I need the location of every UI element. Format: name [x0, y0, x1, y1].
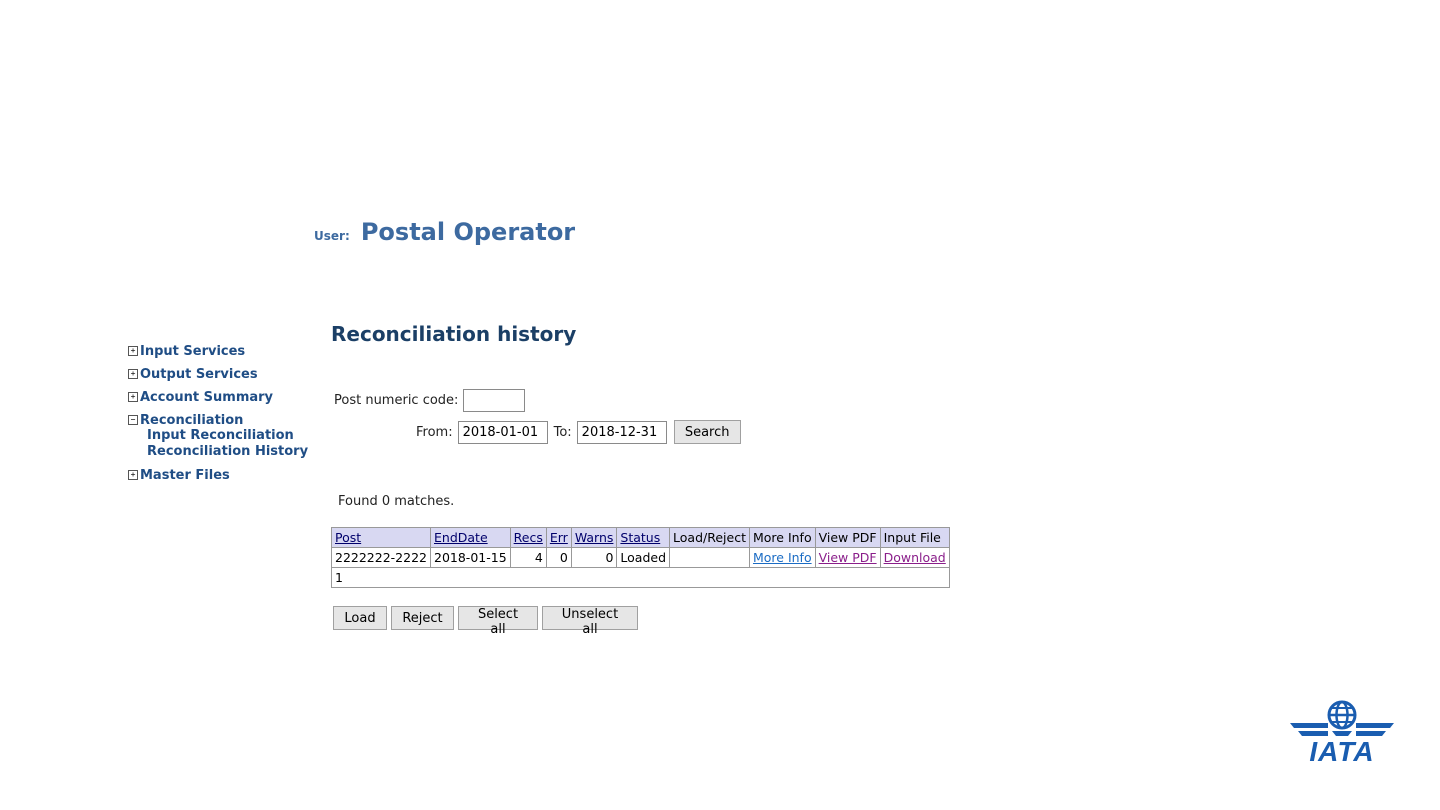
- column-header-label[interactable]: EndDate: [434, 530, 488, 545]
- expand-icon[interactable]: +: [128, 346, 138, 356]
- nav-item-label[interactable]: Input Services: [140, 344, 245, 359]
- user-header: User: Postal Operator: [314, 218, 575, 246]
- nav-subitem-reconciliation-history[interactable]: Reconciliation History: [147, 444, 308, 460]
- column-header-label[interactable]: Err: [550, 530, 568, 545]
- date-range-row: From: To: Search: [416, 420, 741, 444]
- load-button[interactable]: Load: [333, 606, 387, 630]
- nav-item-label[interactable]: Master Files: [140, 468, 230, 483]
- post-code-input[interactable]: [463, 389, 526, 412]
- results-count: Found 0 matches.: [338, 494, 455, 509]
- cell-end-date: 2018-01-15: [430, 547, 511, 568]
- post-code-label: Post numeric code:: [334, 393, 459, 408]
- cell-recs: 4: [509, 547, 547, 568]
- expand-icon[interactable]: +: [128, 470, 138, 480]
- cell-view-pdf: View PDF: [814, 547, 881, 568]
- unselect-all-button[interactable]: Unselect all: [542, 606, 638, 637]
- cell-more-info: More Info: [748, 547, 816, 568]
- column-header-label[interactable]: Status: [620, 530, 660, 545]
- column-header-more-info: More Info: [748, 527, 816, 548]
- nav-subitem-input-reconciliation[interactable]: Input Reconciliation: [147, 428, 308, 444]
- to-date-input[interactable]: [576, 420, 667, 444]
- to-label: To:: [553, 424, 572, 440]
- column-header-label[interactable]: Warns: [575, 530, 614, 545]
- cell-input-file: Download: [879, 547, 950, 568]
- column-header-load-reject: Load/Reject: [669, 527, 750, 548]
- user-label: User:: [314, 229, 350, 243]
- pager-page-1[interactable]: 1: [331, 567, 950, 588]
- nav-item-master-files[interactable]: + Master Files: [128, 467, 308, 483]
- column-header-label[interactable]: Post: [335, 530, 361, 545]
- nav-item-label[interactable]: Account Summary: [140, 390, 273, 405]
- search-button[interactable]: Search: [673, 420, 741, 444]
- select-all-button[interactable]: Select all: [458, 606, 538, 637]
- column-header-err[interactable]: Err: [545, 527, 572, 548]
- post-code-row: Post numeric code:: [334, 389, 526, 412]
- reject-button[interactable]: Reject: [391, 606, 454, 630]
- column-header-post[interactable]: Post: [331, 527, 431, 548]
- column-header-input-file: Input File: [879, 527, 950, 548]
- cell-err: 0: [545, 547, 572, 568]
- column-header-recs[interactable]: Recs: [509, 527, 547, 548]
- user-name: Postal Operator: [360, 218, 576, 246]
- table-row: 2222222-2222 2018-01-15 4 0 0 Loaded Mor…: [331, 547, 950, 568]
- cell-status: Loaded: [616, 547, 671, 568]
- column-header-status[interactable]: Status: [616, 527, 671, 548]
- column-header-warns[interactable]: Warns: [570, 527, 618, 548]
- nav-item-account-summary[interactable]: + Account Summary: [128, 389, 308, 405]
- nav-item-output-services[interactable]: + Output Services: [128, 366, 308, 382]
- download-link[interactable]: Download: [884, 550, 946, 565]
- column-header-label[interactable]: Recs: [514, 530, 543, 545]
- cell-post: 2222222-2222: [331, 547, 431, 568]
- expand-icon[interactable]: +: [128, 369, 138, 379]
- from-label: From:: [416, 424, 453, 440]
- nav-item-input-services[interactable]: + Input Services: [128, 343, 308, 359]
- reconciliation-submenu: Input Reconciliation Reconciliation Hist…: [128, 428, 308, 460]
- logo-text: IATA: [1309, 736, 1375, 767]
- nav-item-label[interactable]: Output Services: [140, 367, 258, 382]
- nav-item-reconciliation[interactable]: − Reconciliation: [128, 412, 308, 428]
- column-header-view-pdf: View PDF: [814, 527, 881, 548]
- cell-warns: 0: [570, 547, 618, 568]
- results-table: Post EndDate Recs Err Warns Status Load/…: [331, 527, 950, 588]
- column-header-enddate[interactable]: EndDate: [430, 527, 511, 548]
- cell-load-reject[interactable]: [669, 547, 750, 568]
- nav-item-label[interactable]: Reconciliation: [140, 413, 243, 428]
- action-buttons: Load Reject Select all Unselect all: [333, 606, 638, 637]
- from-date-input[interactable]: [457, 420, 548, 444]
- view-pdf-link[interactable]: View PDF: [819, 550, 877, 565]
- page-title: Reconciliation history: [331, 322, 577, 346]
- iata-logo: IATA: [1288, 698, 1396, 770]
- expand-icon[interactable]: +: [128, 392, 138, 402]
- sidebar-nav: + Input Services + Output Services + Acc…: [128, 343, 308, 490]
- collapse-icon[interactable]: −: [128, 415, 138, 425]
- pager-row: 1: [331, 567, 950, 588]
- table-header-row: Post EndDate Recs Err Warns Status Load/…: [331, 527, 950, 548]
- more-info-link[interactable]: More Info: [753, 550, 812, 565]
